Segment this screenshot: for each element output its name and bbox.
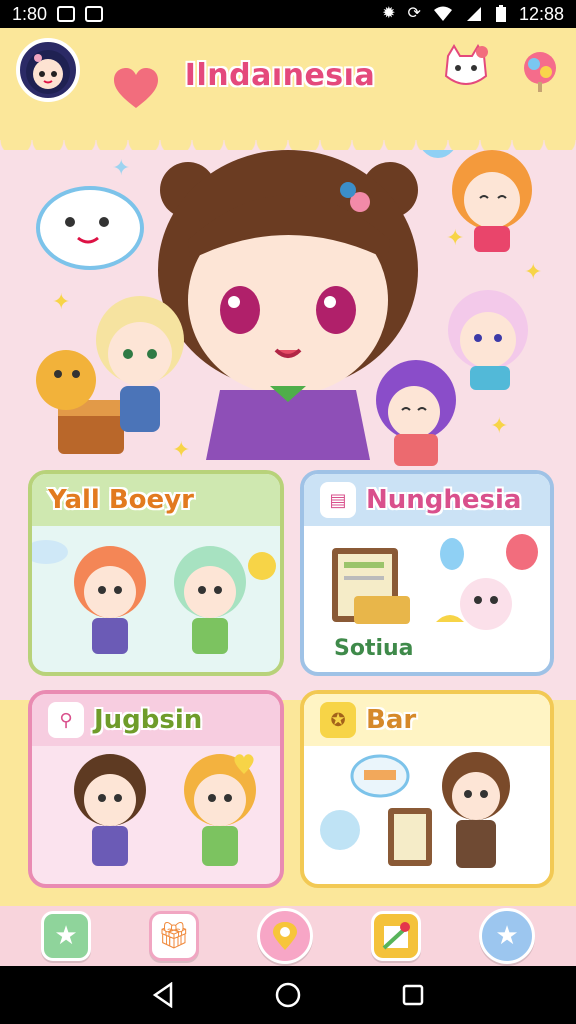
sparkle-icon: ✦ — [172, 438, 191, 463]
battery-icon — [495, 5, 506, 22]
cat-sticker-icon[interactable] — [440, 42, 492, 94]
sparkle-icon: ✦ — [524, 260, 543, 285]
nav-gift-button[interactable]: 🎁︎ — [149, 911, 199, 961]
card-header: Yall Boeyr — [32, 474, 280, 526]
favorite-star-icon: ★ — [495, 921, 519, 951]
nav-map-button[interactable] — [371, 911, 421, 961]
pin-icon: ⚲ — [48, 702, 84, 738]
card-illustration — [32, 540, 276, 654]
app-header: Ilndaınesıa — [0, 28, 576, 140]
card-bar[interactable]: ✪ Bar — [300, 690, 554, 888]
candy-icon[interactable] — [514, 42, 566, 94]
badge-icon: ✪ — [320, 702, 356, 738]
pastel-hair-character — [448, 290, 528, 390]
purple-hair-character — [376, 360, 456, 466]
map-icon — [382, 922, 410, 950]
wifi-icon — [433, 6, 452, 21]
sync-icon: ⟳ — [407, 5, 421, 22]
app-title: Ilndaınesıa — [184, 58, 376, 93]
back-icon — [152, 982, 172, 1008]
card-illustration — [74, 754, 256, 866]
home-button[interactable] — [268, 975, 308, 1015]
card-yall-boys[interactable]: Yall Boeyr — [28, 470, 284, 676]
status-time-right: 12:88 — [518, 3, 564, 24]
card-illustration — [320, 752, 510, 868]
card-caption: Sotiua — [334, 636, 414, 661]
signal-icon — [466, 7, 481, 21]
sparkle-icon: ✦ — [112, 156, 131, 181]
back-button[interactable] — [143, 975, 183, 1015]
nav-map-pin-button[interactable] — [257, 908, 313, 964]
nav-favorite-button[interactable]: ★ — [479, 908, 535, 964]
recents-button[interactable] — [393, 975, 433, 1015]
card-nunghesia[interactable]: ▤ Nunghesia Sotiua — [300, 470, 554, 676]
card-body — [32, 746, 280, 884]
sparkle-icon: ✦ — [446, 226, 465, 251]
card-title: Nunghesia — [366, 485, 522, 515]
card-title: Jugbsin — [94, 705, 203, 735]
card-body: Sotiua — [304, 526, 550, 672]
status-bar: 1:80 ✹ ⟳ 12:88 — [0, 0, 576, 28]
image-icon — [57, 6, 76, 22]
bear-icon — [36, 350, 96, 410]
card-header: ⚲ Jugbsin — [32, 694, 280, 746]
sparkle-icon: ✦ — [490, 414, 509, 439]
map-pin-icon — [273, 922, 297, 950]
balloon-icon — [418, 114, 458, 158]
card-body — [304, 746, 550, 884]
gift-icon: 🎁︎ — [157, 921, 191, 951]
card-jugbsin[interactable]: ⚲ Jugbsin — [28, 690, 284, 888]
recents-icon — [403, 984, 424, 1006]
card-header: ▤ Nunghesia — [304, 474, 550, 526]
home-icon — [275, 982, 301, 1008]
avatar[interactable] — [16, 38, 80, 102]
media-icon — [85, 6, 104, 22]
bottom-nav: ★ 🎁︎ ★ — [0, 906, 576, 966]
hero-illustration: ✦ ✦ ✦ ✦ ✦ ✦ — [0, 114, 576, 490]
heart-icon — [114, 68, 158, 108]
card-header: ✪ Bar — [304, 694, 550, 746]
notebook-icon: ▤ — [320, 482, 356, 518]
card-title: Bar — [366, 705, 417, 735]
card-title: Yall Boeyr — [48, 485, 194, 515]
system-nav — [0, 966, 576, 1024]
speech-bubble-icon — [36, 186, 144, 270]
star-icon: ★ — [54, 921, 78, 951]
nav-star-button[interactable]: ★ — [41, 911, 91, 961]
card-body — [32, 526, 280, 672]
settings-icon: ✹ — [382, 5, 396, 22]
sparkle-icon: ✦ — [52, 290, 71, 315]
status-time: 1:80 — [12, 3, 48, 24]
